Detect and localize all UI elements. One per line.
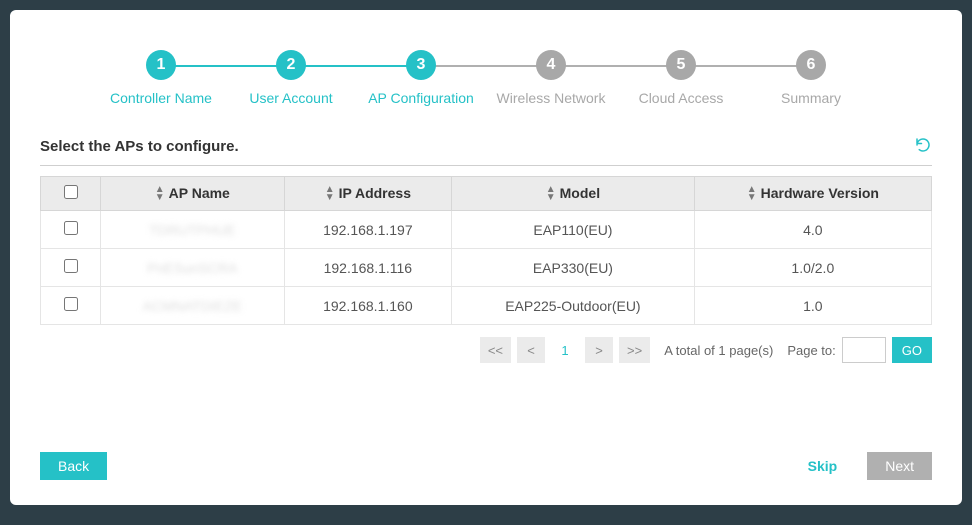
sort-icon: ▲▼ (747, 186, 757, 202)
footer: Back Skip Next (40, 452, 932, 480)
page-first-button[interactable]: << (480, 337, 511, 363)
section-header: Select the APs to configure. (40, 136, 932, 166)
refresh-icon[interactable] (914, 136, 932, 157)
step-circle: 5 (666, 50, 696, 80)
skip-button[interactable]: Skip (790, 452, 856, 480)
total-pages-text: A total of 1 page(s) (664, 343, 773, 358)
ip-cell: 192.168.1.116 (284, 249, 452, 287)
header-model[interactable]: ▲▼Model (452, 177, 695, 211)
ap-name-cell: TDRUTPHUE (149, 222, 235, 238)
step-label: AP Configuration (368, 90, 474, 106)
stepper: 1 Controller Name 2 User Account 3 AP Co… (40, 50, 932, 106)
step-wireless-network: 4 Wireless Network (486, 50, 616, 106)
table-row: ACMNATDIEZE 192.168.1.160 EAP225-Outdoor… (41, 287, 932, 325)
step-circle: 6 (796, 50, 826, 80)
page-current-button[interactable]: 1 (551, 337, 579, 363)
step-label: Summary (781, 90, 841, 106)
page-next-button[interactable]: > (585, 337, 613, 363)
step-user-account: 2 User Account (226, 50, 356, 106)
step-summary: 6 Summary (746, 50, 876, 106)
step-label: User Account (249, 90, 332, 106)
sort-icon: ▲▼ (546, 186, 556, 202)
ap-table: ▲▼AP Name ▲▼IP Address ▲▼Model ▲▼Hardwar… (40, 176, 932, 325)
page-to-label: Page to: (787, 343, 835, 358)
hw-cell: 1.0/2.0 (694, 249, 931, 287)
ap-name-cell: ACMNATDIEZE (143, 298, 242, 314)
step-connector (681, 65, 811, 67)
step-circle: 3 (406, 50, 436, 80)
step-label: Controller Name (110, 90, 212, 106)
hw-cell: 4.0 (694, 211, 931, 249)
footer-right: Skip Next (790, 452, 932, 480)
sort-icon: ▲▼ (155, 186, 165, 202)
step-ap-configuration: 3 AP Configuration (356, 50, 486, 106)
wizard-card: 1 Controller Name 2 User Account 3 AP Co… (10, 10, 962, 505)
hw-cell: 1.0 (694, 287, 931, 325)
step-label: Wireless Network (497, 90, 606, 106)
model-cell: EAP330(EU) (452, 249, 695, 287)
ip-cell: 192.168.1.160 (284, 287, 452, 325)
header-ip[interactable]: ▲▼IP Address (284, 177, 452, 211)
select-all-checkbox[interactable] (64, 185, 78, 199)
page-prev-button[interactable]: < (517, 337, 545, 363)
table-row: TDRUTPHUE 192.168.1.197 EAP110(EU) 4.0 (41, 211, 932, 249)
model-cell: EAP225-Outdoor(EU) (452, 287, 695, 325)
sort-icon: ▲▼ (325, 186, 335, 202)
ap-name-cell: PnESunSCRA (147, 260, 237, 276)
ip-cell: 192.168.1.197 (284, 211, 452, 249)
table-header-row: ▲▼AP Name ▲▼IP Address ▲▼Model ▲▼Hardwar… (41, 177, 932, 211)
section-title: Select the APs to configure. (40, 138, 239, 155)
page-last-button[interactable]: >> (619, 337, 650, 363)
step-circle: 4 (536, 50, 566, 80)
row-checkbox[interactable] (64, 297, 78, 311)
row-checkbox[interactable] (64, 221, 78, 235)
page-input[interactable] (842, 337, 886, 363)
step-connector (421, 65, 551, 67)
header-hw[interactable]: ▲▼Hardware Version (694, 177, 931, 211)
step-cloud-access: 5 Cloud Access (616, 50, 746, 106)
row-checkbox[interactable] (64, 259, 78, 273)
step-connector (291, 65, 421, 67)
table-row: PnESunSCRA 192.168.1.116 EAP330(EU) 1.0/… (41, 249, 932, 287)
next-button[interactable]: Next (867, 452, 932, 480)
step-connector (161, 65, 291, 67)
step-circle: 2 (276, 50, 306, 80)
pagination: << < 1 > >> A total of 1 page(s) Page to… (40, 337, 932, 363)
back-button[interactable]: Back (40, 452, 107, 480)
header-ap-name[interactable]: ▲▼AP Name (101, 177, 285, 211)
step-controller-name: 1 Controller Name (96, 50, 226, 106)
step-label: Cloud Access (639, 90, 724, 106)
step-connector (551, 65, 681, 67)
step-circle: 1 (146, 50, 176, 80)
go-button[interactable]: GO (892, 337, 932, 363)
model-cell: EAP110(EU) (452, 211, 695, 249)
header-select-all (41, 177, 101, 211)
